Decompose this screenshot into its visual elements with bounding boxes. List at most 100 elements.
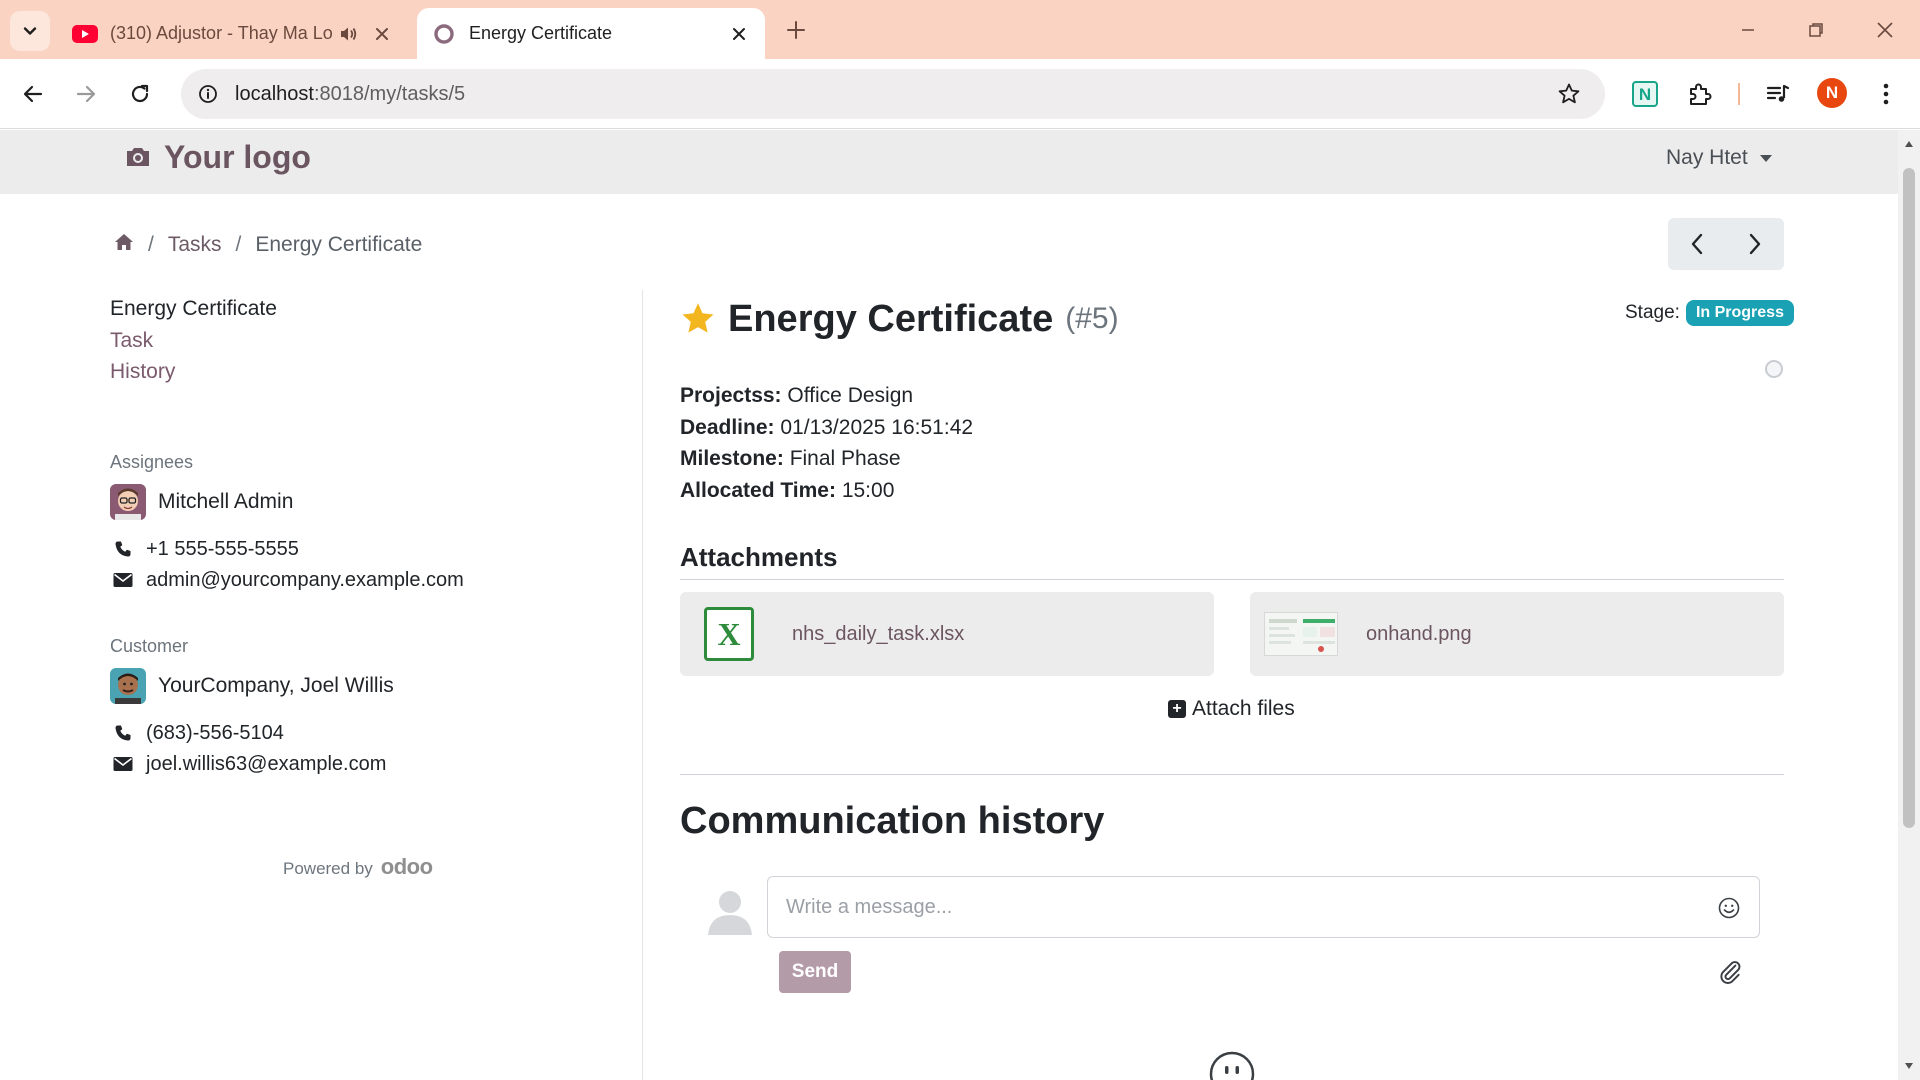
- bookmark-star-icon[interactable]: [1555, 80, 1583, 108]
- paperclip-icon[interactable]: [1717, 958, 1743, 984]
- task-title-row: Energy Certificate (#5): [680, 292, 1119, 346]
- attach-files-button[interactable]: + Attach files: [1168, 694, 1295, 724]
- assignee-phone: +1 555-555-5555: [112, 535, 299, 563]
- browser-tab-energy-certificate[interactable]: Energy Certificate: [417, 8, 765, 59]
- close-icon: [1877, 22, 1893, 38]
- notion-extension-icon[interactable]: N: [1627, 76, 1663, 112]
- customer-name: YourCompany, Joel Willis: [158, 674, 394, 697]
- assignee-avatar: [110, 484, 146, 520]
- scroll-up-arrow-icon[interactable]: [1903, 138, 1915, 150]
- powered-by-label: Powered by: [283, 859, 373, 878]
- svg-text:N: N: [1639, 85, 1651, 104]
- address-bar[interactable]: localhost:8018/my/tasks/5: [181, 69, 1605, 119]
- star-icon[interactable]: [680, 301, 716, 337]
- communication-divider: [680, 774, 1784, 775]
- attachment-name[interactable]: onhand.png: [1366, 623, 1472, 646]
- chatbot-face-icon[interactable]: [1208, 1050, 1256, 1080]
- close-window-button[interactable]: [1862, 12, 1908, 48]
- field-value: 15:00: [841, 479, 895, 502]
- field-value: Office Design: [787, 384, 914, 407]
- customer-email-value[interactable]: joel.willis63@example.com: [146, 753, 386, 776]
- url-host: localhost: [235, 82, 314, 105]
- sidebar-nav-energy-certificate[interactable]: Energy Certificate: [110, 297, 277, 321]
- url-text: localhost:8018/my/tasks/5: [235, 83, 465, 106]
- forward-button[interactable]: [66, 74, 106, 114]
- kanban-state-indicator[interactable]: [1765, 360, 1783, 378]
- attachment-card[interactable]: X nhs_daily_task.xlsx: [680, 592, 1214, 676]
- envelope-icon: [112, 569, 134, 591]
- chevron-right-icon: [1749, 233, 1761, 255]
- assignee-phone-value: +1 555-555-5555: [146, 537, 299, 560]
- assignee-email: admin@yourcompany.example.com: [112, 566, 464, 594]
- emoji-icon[interactable]: [1717, 896, 1741, 920]
- odoo-circle-icon: [431, 21, 457, 47]
- scrollbar-thumb[interactable]: [1903, 168, 1915, 828]
- extensions-puzzle-icon[interactable]: [1681, 76, 1717, 112]
- minimize-button[interactable]: [1725, 12, 1771, 48]
- plus-icon: [787, 21, 805, 39]
- powered-by: Powered by odoo: [283, 854, 433, 880]
- customer-phone: (683)-556-5104: [112, 719, 284, 747]
- sidebar-nav-history[interactable]: History: [110, 360, 175, 384]
- tab-title: (310) Adjustor - Thay Ma Lo: [110, 23, 333, 43]
- field-label: Projectss:: [680, 384, 782, 407]
- attachment-card[interactable]: onhand.png: [1250, 592, 1784, 676]
- restore-icon: [1809, 23, 1823, 37]
- customer-avatar: [110, 668, 146, 704]
- customer: YourCompany, Joel Willis: [110, 667, 394, 705]
- site-info-icon[interactable]: [191, 77, 225, 111]
- assignee-email-value[interactable]: admin@yourcompany.example.com: [146, 569, 464, 592]
- customer-phone-value: (683)-556-5104: [146, 721, 284, 744]
- plus-square-icon: +: [1168, 700, 1186, 718]
- reload-icon: [131, 84, 149, 103]
- stage-label: Stage:: [1625, 302, 1680, 323]
- send-button[interactable]: Send: [779, 951, 851, 993]
- reload-button[interactable]: [120, 74, 160, 114]
- browser-menu-button[interactable]: [1868, 76, 1904, 112]
- browser-tab-youtube[interactable]: (310) Adjustor - Thay Ma Lo: [58, 8, 408, 59]
- odoo-logo[interactable]: odoo: [381, 854, 433, 880]
- column-divider: [642, 290, 643, 1080]
- restore-button[interactable]: [1793, 12, 1839, 48]
- attachments-heading: Attachments: [680, 542, 838, 572]
- field-allocated-time: Allocated Time: 15:00: [680, 479, 894, 503]
- speaker-icon[interactable]: [334, 20, 362, 48]
- chevron-left-icon: [1691, 233, 1703, 255]
- youtube-icon: [72, 21, 98, 47]
- customer-label: Customer: [110, 636, 189, 656]
- scroll-down-arrow-icon[interactable]: [1903, 1060, 1915, 1072]
- attachments-divider: [680, 579, 1784, 580]
- field-deadline: Deadline: 01/13/2025 16:51:42: [680, 416, 973, 440]
- task-title: Energy Certificate: [728, 297, 1054, 340]
- page-scrollbar[interactable]: [1898, 130, 1920, 1080]
- field-project: Projectss: Office Design: [680, 384, 913, 408]
- tab-title: Energy Certificate: [469, 23, 613, 43]
- profile-avatar[interactable]: N: [1817, 78, 1847, 108]
- phone-icon: [112, 722, 134, 744]
- browser-toolbar: localhost:8018/my/tasks/5 N N: [0, 59, 1920, 129]
- image-thumbnail: [1264, 612, 1338, 656]
- message-input[interactable]: [786, 895, 1686, 919]
- back-button[interactable]: [13, 74, 53, 114]
- communication-heading: Communication history: [680, 800, 1105, 842]
- close-tab-icon[interactable]: [368, 20, 396, 48]
- new-tab-button[interactable]: [780, 14, 812, 46]
- assignees-label: Assignees: [110, 452, 194, 472]
- user-placeholder-icon: [708, 891, 752, 935]
- previous-record-button[interactable]: [1668, 218, 1726, 270]
- sidebar-nav-task[interactable]: Task: [110, 329, 153, 353]
- caret-down-icon: [1759, 154, 1772, 162]
- phone-icon: [112, 538, 134, 560]
- user-menu[interactable]: Nay Htet: [1666, 142, 1772, 174]
- message-composer: [767, 876, 1760, 938]
- toolbar-separator: [1738, 83, 1740, 105]
- field-label: Milestone:: [680, 447, 784, 470]
- stage-badge: In Progress: [1685, 300, 1794, 326]
- tab-search-button[interactable]: [10, 11, 50, 51]
- field-value: 01/13/2025 16:51:42: [780, 416, 974, 439]
- customer-email: joel.willis63@example.com: [112, 750, 386, 778]
- attachment-name[interactable]: nhs_daily_task.xlsx: [792, 623, 964, 646]
- media-control-icon[interactable]: [1760, 76, 1796, 112]
- next-record-button[interactable]: [1726, 218, 1784, 270]
- close-tab-icon[interactable]: [725, 20, 753, 48]
